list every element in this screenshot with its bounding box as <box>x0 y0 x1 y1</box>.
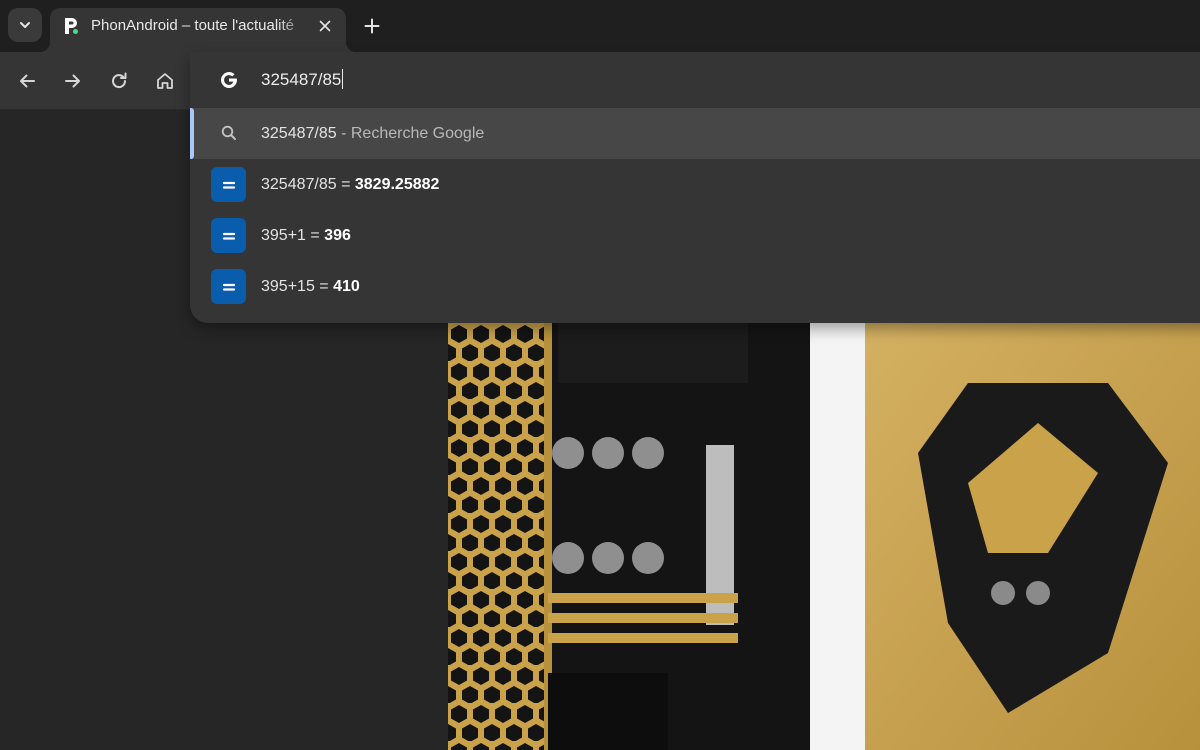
close-tab-button[interactable] <box>316 17 334 35</box>
calculator-expression: 395+1 = <box>261 227 325 244</box>
home-icon <box>157 73 173 89</box>
calculator-result: 3829.25882 <box>354 176 440 193</box>
home-button[interactable] <box>153 69 177 93</box>
article-hero-image <box>448 323 1200 750</box>
calculator-result: 396 <box>324 227 351 244</box>
suggestion-calculator[interactable]: 325487/85 = 3829.25882 <box>190 159 1200 210</box>
tab-search-button[interactable] <box>8 8 42 42</box>
calculator-result: 410 <box>333 278 360 295</box>
calculator-expression: 395+15 = <box>261 278 334 295</box>
chevron-down-icon <box>20 22 30 28</box>
suggestion-calculator[interactable]: 395+1 = 396 <box>190 210 1200 261</box>
calculator-icon <box>211 269 246 304</box>
calculator-icon <box>211 218 246 253</box>
suggestion-calculator[interactable]: 395+15 = 410 <box>190 261 1200 312</box>
forward-button[interactable] <box>61 69 85 93</box>
text-caret <box>342 69 344 89</box>
calculator-icon <box>211 167 246 202</box>
active-tab[interactable]: PhonAndroid – toute l'actualité <box>50 8 346 52</box>
google-g-icon <box>221 72 237 89</box>
suggestion-sub-text: - Recherche Google <box>336 125 485 142</box>
address-input[interactable]: 325487/85 <box>261 69 344 91</box>
close-icon <box>319 20 331 32</box>
tab-strip: PhonAndroid – toute l'actualité <box>0 0 1200 52</box>
reload-button[interactable] <box>107 69 131 93</box>
pc-case-photo <box>448 323 1200 750</box>
back-button[interactable] <box>15 69 39 93</box>
plus-icon <box>364 18 380 34</box>
arrow-right-icon <box>65 74 80 88</box>
suggestion-search[interactable]: 325487/85 - Recherche Google <box>190 108 1200 159</box>
omnibox-dropdown: 325487/85 325487/85 - Recherche Google 3… <box>190 52 1200 323</box>
address-bar[interactable]: 325487/85 <box>190 52 1200 108</box>
tab-title: PhonAndroid – toute l'actualité <box>91 17 295 34</box>
search-icon <box>221 125 236 140</box>
phonandroid-favicon-icon <box>65 18 78 34</box>
arrow-left-icon <box>20 74 35 88</box>
new-tab-button[interactable] <box>360 14 384 38</box>
calculator-expression: 325487/85 = <box>261 176 355 193</box>
suggestion-main-text: 325487/85 <box>261 125 337 142</box>
reload-icon <box>112 72 127 89</box>
